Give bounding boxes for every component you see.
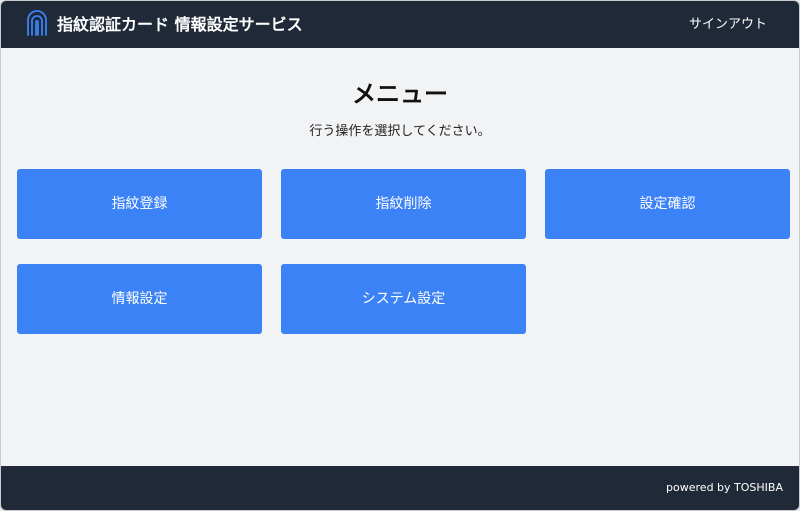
page-title: メニュー — [352, 80, 448, 108]
info-settings-button[interactable]: 情報設定 — [17, 264, 262, 334]
fingerprint-register-button[interactable]: 指紋登録 — [17, 169, 262, 239]
header-bar: 指紋認証カード 情報設定サービス サインアウト — [1, 1, 799, 48]
settings-confirm-button[interactable]: 設定確認 — [545, 169, 790, 239]
footer-bar: powered by TOSHIBA — [1, 466, 799, 510]
menu-page: メニュー 行う操作を選択してください。 指紋登録 指紋削除 設定確認 情報設定 … — [1, 48, 799, 466]
app-window: 指紋認証カード 情報設定サービス サインアウト メニュー 行う操作を選択してくだ… — [0, 0, 800, 511]
app-title: 指紋認証カード 情報設定サービス — [57, 15, 303, 34]
signout-link[interactable]: サインアウト — [689, 16, 767, 34]
system-settings-button[interactable]: システム設定 — [281, 264, 526, 334]
page-subtitle: 行う操作を選択してください。 — [309, 124, 491, 139]
fingerprint-delete-button[interactable]: 指紋削除 — [281, 169, 526, 239]
powered-by-text: powered by TOSHIBA — [666, 481, 783, 494]
fingerprint-icon — [25, 10, 49, 40]
